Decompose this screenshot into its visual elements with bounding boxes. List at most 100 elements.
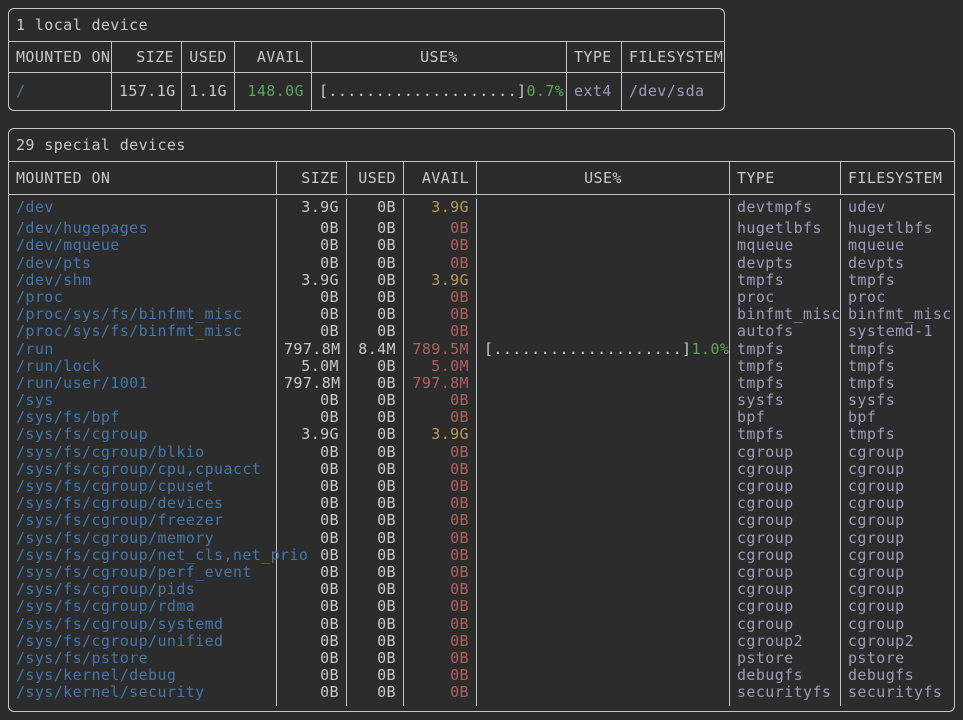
filesystem-cell: mqueue [841,237,954,254]
use-percent-cell [477,220,730,237]
type-cell: cgroup2 [730,633,841,650]
avail-cell: 3.9G [404,272,477,289]
filesystem-cell: tmpfs [841,341,954,358]
type-cell: hugetlbfs [730,220,841,237]
local-table-body: /157.1G1.1G148.0G[....................]0… [9,73,724,110]
used-cell: 0B [347,650,404,667]
avail-cell: 0B [404,306,477,323]
header-avail: AVAIL [404,162,477,194]
avail-cell: 5.0M [404,358,477,375]
mounted-on-cell: /sys/fs/cgroup/systemd [9,616,277,633]
used-cell: 0B [347,375,404,392]
used-cell: 0B [347,237,404,254]
type-cell: mqueue [730,237,841,254]
mounted-on-cell: /dev/hugepages [9,220,277,237]
used-cell: 0B [347,547,404,564]
use-percent-cell [477,392,730,409]
table-row: /sys/fs/cgroup/blkio0B0B0Bcgroupcgroup [9,444,954,461]
type-cell: autofs [730,323,841,340]
avail-cell: 3.9G [404,426,477,443]
header-used: USED [182,42,235,72]
used-cell: 0B [347,512,404,529]
used-cell: 0B [347,272,404,289]
mounted-on-cell: /proc/sys/fs/binfmt_misc [9,323,277,340]
avail-cell: 0B [404,547,477,564]
filesystem-cell: cgroup [841,581,954,598]
use-percent-cell [477,375,730,392]
header-size: SIZE [277,162,347,194]
type-cell: cgroup [730,530,841,547]
avail-cell: 789.5M [404,341,477,358]
usage-bar: [....................] [319,73,526,110]
size-cell: 0B [277,237,347,254]
mounted-on-cell: /run/lock [9,358,277,375]
used-cell: 0B [347,426,404,443]
mounted-on-cell: /sys/fs/cgroup/unified [9,633,277,650]
used-cell: 0B [347,444,404,461]
size-cell: 3.9G [277,426,347,443]
header-mounted-on: MOUNTED ON [9,42,112,72]
size-cell: 0B [277,616,347,633]
usage-bar: [....................] [484,341,691,358]
size-cell: 0B [277,255,347,272]
type-cell: cgroup [730,564,841,581]
size-cell: 3.9G [277,272,347,289]
used-cell: 0B [347,409,404,426]
size-cell: 0B [277,684,347,706]
mounted-on-cell: /sys/kernel/debug [9,667,277,684]
type-cell: binfmt_misc [730,306,841,323]
use-percent-cell [477,667,730,684]
use-percent-cell [477,650,730,667]
size-cell: 0B [277,667,347,684]
table-row: /proc0B0B0Bprocproc [9,289,954,306]
table-row: /proc/sys/fs/binfmt_misc0B0B0Bautofssyst… [9,323,954,340]
type-cell: cgroup [730,547,841,564]
used-cell: 0B [347,220,404,237]
table-row: /sys/fs/cgroup/net_cls,net_prio0B0B0Bcgr… [9,547,954,564]
filesystem-cell: cgroup [841,564,954,581]
use-percent-cell: [....................]0.7% [312,73,567,110]
use-percent-cell [477,495,730,512]
use-percent-cell [477,564,730,581]
used-cell: 0B [347,461,404,478]
avail-cell: 0B [404,323,477,340]
used-cell: 0B [347,323,404,340]
mounted-on-cell: / [9,73,112,110]
type-cell: cgroup [730,461,841,478]
used-cell: 0B [347,478,404,495]
avail-cell: 0B [404,392,477,409]
filesystem-cell: cgroup [841,495,954,512]
mounted-on-cell: /run/user/1001 [9,375,277,392]
table-row: /dev/pts0B0B0Bdevptsdevpts [9,255,954,272]
size-cell: 0B [277,495,347,512]
size-cell: 3.9G [277,199,347,220]
filesystem-cell: udev [841,199,954,220]
filesystem-cell: binfmt_misc [841,306,954,323]
filesystem-cell: cgroup [841,512,954,529]
mounted-on-cell: /dev/mqueue [9,237,277,254]
size-cell: 0B [277,409,347,426]
mounted-on-cell: /sys/fs/cgroup [9,426,277,443]
type-cell: tmpfs [730,426,841,443]
table-row: /run/lock5.0M0B5.0Mtmpfstmpfs [9,358,954,375]
local-devices-table: 1 local device MOUNTED ON SIZE USED AVAI… [8,8,725,111]
used-cell: 0B [347,633,404,650]
used-cell: 0B [347,667,404,684]
header-type: TYPE [730,162,841,194]
size-cell: 0B [277,289,347,306]
avail-cell: 0B [404,633,477,650]
avail-cell: 0B [404,667,477,684]
special-table-title: 29 special devices [9,129,954,162]
mounted-on-cell: /proc/sys/fs/binfmt_misc [9,306,277,323]
usage-percent: 0.7% [526,73,564,110]
size-cell: 797.8M [277,341,347,358]
avail-cell: 0B [404,461,477,478]
use-percent-cell [477,272,730,289]
filesystem-cell: tmpfs [841,375,954,392]
table-row: /run797.8M8.4M789.5M[...................… [9,341,954,358]
type-cell: cgroup [730,512,841,529]
filesystem-cell: tmpfs [841,272,954,289]
filesystem-cell: hugetlbfs [841,220,954,237]
size-cell: 0B [277,530,347,547]
table-row: /sys/fs/cgroup/pids0B0B0Bcgroupcgroup [9,581,954,598]
